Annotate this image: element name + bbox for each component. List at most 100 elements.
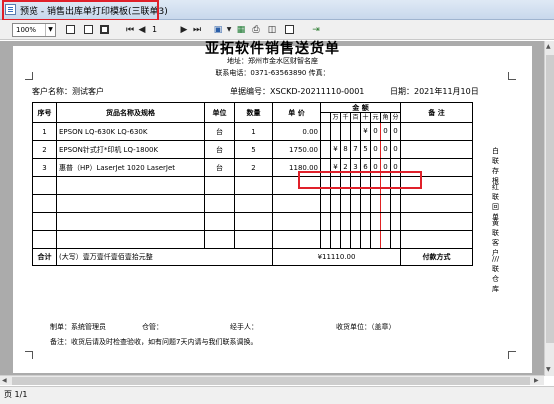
cell-amount xyxy=(320,212,401,231)
cell-remark xyxy=(400,140,473,159)
side-note: 红联回单 xyxy=(492,183,499,221)
amount-digit: 0 xyxy=(393,127,398,135)
cell-unit xyxy=(204,176,235,195)
side-note: 黄联客户 xyxy=(492,219,499,257)
table-row xyxy=(32,194,473,213)
cell-qty xyxy=(234,176,273,195)
amount-digit xyxy=(351,213,361,230)
cell-unit xyxy=(204,194,235,213)
amount-digit xyxy=(331,195,341,212)
toolbar: 100% ▼ ⏮ ◀ 1 ▶ ⏭ ▣ ▼ ▦ ⎙ ◫ ⇥ xyxy=(0,20,554,40)
amount-unit: 分 xyxy=(392,114,399,121)
amount-digit xyxy=(391,214,400,230)
customer-name: 客户名称：测试客户 xyxy=(32,87,104,96)
cell-seq xyxy=(32,194,57,213)
print-icon[interactable]: ⎙ xyxy=(250,24,262,36)
cell-amount: ¥0 0 0 xyxy=(320,122,401,141)
amount-digit xyxy=(331,213,341,230)
full-screen-icon[interactable] xyxy=(100,25,109,34)
amount-digit xyxy=(371,213,381,230)
exit-icon[interactable]: ⇥ xyxy=(310,24,322,36)
amount-digit xyxy=(341,213,351,230)
design-icon[interactable] xyxy=(285,25,294,34)
amount-digit xyxy=(322,231,331,248)
cell-seq: 3 xyxy=(32,158,57,177)
scroll-right-icon[interactable]: ▶ xyxy=(534,377,539,385)
export-excel-icon[interactable]: ▦ xyxy=(235,24,247,36)
scroll-down-icon[interactable]: ▼ xyxy=(546,366,551,374)
total-value: ¥11110.00 xyxy=(272,248,401,266)
cell-seq xyxy=(32,230,57,249)
page-setup-icon[interactable]: ◫ xyxy=(266,24,278,36)
cell-qty xyxy=(234,230,273,249)
amount-digit xyxy=(391,196,400,212)
amount-digit xyxy=(322,195,331,212)
cell-unit: 台 xyxy=(204,122,235,141)
crop-mark xyxy=(508,351,516,359)
amount-digit: 0 xyxy=(371,141,381,158)
company-title: 亚拓软件销售送货单 xyxy=(205,41,340,57)
maker-label: 制单：系统管理员 xyxy=(50,323,106,331)
cell-name xyxy=(56,230,205,249)
cell-unit: 台 xyxy=(204,140,235,159)
side-note: ///联仓库 xyxy=(492,255,500,293)
header-amount: 金 额 万千百十元角分 xyxy=(320,102,401,123)
table-row: 1 EPSON LQ-630K LQ-630K 台 1 0.00 ¥0 0 0 xyxy=(32,122,473,141)
amount-digit: ¥ xyxy=(331,141,341,158)
page-width-icon[interactable] xyxy=(66,25,75,34)
amount-digit xyxy=(351,195,361,212)
page-number[interactable]: 1 xyxy=(152,24,157,36)
row-highlight-box xyxy=(298,171,422,189)
table-row: 2 EPSON针式打*印机 LQ-1800K 台 5 1750.00 ¥8 7 5 0 0 0 xyxy=(32,140,473,159)
amount-unit: 十 xyxy=(361,113,371,122)
cell-qty: 1 xyxy=(234,122,273,141)
whole-page-icon[interactable] xyxy=(84,25,93,34)
cell-amount: ¥8 7 5 0 0 0 xyxy=(320,140,401,159)
copy-notes: 白联存根 红联回单 黄联客户 ///联仓库 xyxy=(492,146,502,293)
cell-qty xyxy=(234,212,273,231)
zoom-select[interactable]: 100% ▼ xyxy=(12,23,56,37)
cell-name: EPSON针式打*印机 LQ-1800K xyxy=(56,140,205,159)
cell-remark xyxy=(400,230,473,249)
document-date: 日期：2021年11月10日 xyxy=(390,87,479,96)
amount-digit: 5 xyxy=(361,141,371,158)
header-name: 货品名称及规格 xyxy=(56,102,205,123)
header-qty: 数量 xyxy=(234,102,273,123)
cell-name xyxy=(56,212,205,231)
vertical-scroll-thumb[interactable] xyxy=(546,55,554,343)
last-page-icon[interactable]: ⏭ xyxy=(192,24,202,36)
side-note: 白联存根 xyxy=(492,147,499,185)
scroll-left-icon[interactable]: ◀ xyxy=(2,377,7,385)
amount-digit xyxy=(322,141,331,158)
table-row xyxy=(32,230,473,249)
save-dropdown-icon[interactable]: ▼ xyxy=(226,24,232,36)
prev-page-icon[interactable]: ◀ xyxy=(138,24,146,36)
amount-digit xyxy=(322,213,331,230)
scroll-up-icon[interactable]: ▲ xyxy=(546,43,551,51)
amount-digit xyxy=(361,231,371,248)
horizontal-scroll-thumb[interactable] xyxy=(12,377,530,385)
payment-method-label: 付款方式 xyxy=(400,248,473,266)
header-seq: 序号 xyxy=(32,102,57,123)
first-page-icon[interactable]: ⏮ xyxy=(125,24,135,36)
amount-digit xyxy=(391,232,400,248)
cell-qty xyxy=(234,194,273,213)
cell-unit: 台 xyxy=(204,158,235,177)
save-icon[interactable]: ▣ xyxy=(212,24,224,36)
cell-unit xyxy=(204,230,235,249)
cell-seq: 1 xyxy=(32,122,57,141)
warehouse-keeper-label: 仓管： xyxy=(142,323,163,331)
document-number: 单据编号：XSCKD-20211110-0001 xyxy=(230,87,365,96)
horizontal-scrollbar[interactable]: ◀ ▶ xyxy=(0,375,544,385)
cell-name: 惠普（HP）LaserJet 1020 LaserJet xyxy=(56,158,205,177)
vertical-scrollbar[interactable]: ▲ ▼ xyxy=(544,41,554,376)
cell-name xyxy=(56,194,205,213)
cell-price: 1750.00 xyxy=(272,140,321,159)
table-row xyxy=(32,212,473,231)
amount-digit xyxy=(331,123,341,140)
amount-unit: 角 xyxy=(381,113,391,122)
cell-price: 0.00 xyxy=(272,122,321,141)
amount-digit xyxy=(381,231,391,248)
amount-digit: 8 xyxy=(341,141,351,158)
next-page-icon[interactable]: ▶ xyxy=(180,24,188,36)
